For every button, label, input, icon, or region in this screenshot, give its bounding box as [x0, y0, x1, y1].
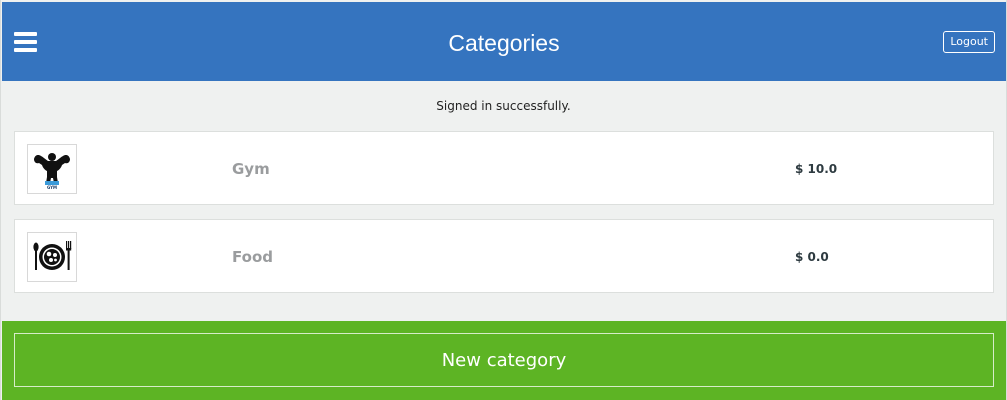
page-title: Categories — [448, 30, 560, 56]
category-row-food[interactable]: Food $ 0.0 — [14, 219, 994, 293]
gym-bodybuilder-icon: GYM — [27, 144, 77, 194]
food-plate-icon — [27, 232, 77, 282]
category-name: Food — [232, 248, 273, 266]
gym-logo-text: GYM — [47, 185, 57, 190]
app-frame: Categories Logout Signed in successfully… — [0, 0, 1007, 400]
new-category-button[interactable]: New category — [14, 333, 994, 387]
category-name: Gym — [232, 160, 270, 178]
logout-button[interactable]: Logout — [943, 31, 995, 53]
footer-bar: New category — [2, 321, 1006, 400]
top-navbar: Categories Logout — [2, 2, 1006, 81]
category-amount: $ 10.0 — [795, 162, 838, 176]
category-amount: $ 0.0 — [795, 250, 829, 264]
flash-message: Signed in successfully. — [436, 99, 571, 113]
category-row-gym[interactable]: GYM Gym $ 10.0 — [14, 131, 994, 205]
